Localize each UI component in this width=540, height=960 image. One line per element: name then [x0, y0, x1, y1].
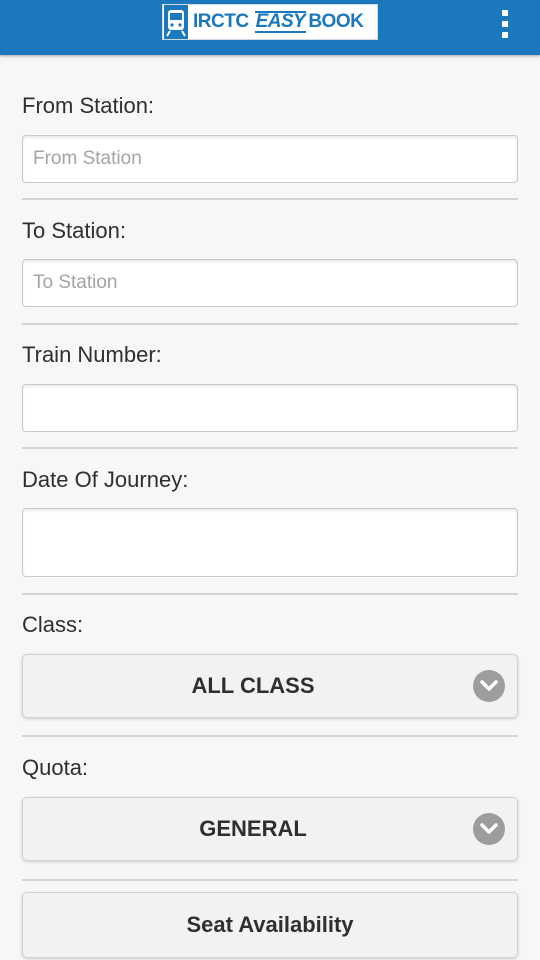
to-station-label: To Station: [22, 218, 126, 243]
logo-text-easy: EASY [254, 11, 307, 33]
train-number-label: Train Number: [22, 342, 162, 367]
train-number-input[interactable] [22, 384, 518, 432]
divider [22, 198, 518, 200]
divider [22, 879, 518, 881]
date-of-journey-input[interactable] [22, 508, 518, 577]
quota-select[interactable]: GENERAL [22, 797, 518, 861]
to-station-input[interactable] [22, 259, 518, 307]
app-header: IRCTC EASY BOOK [0, 0, 540, 55]
divider [22, 735, 518, 737]
class-label: Class: [22, 612, 84, 637]
from-station-label: From Station: [22, 93, 155, 118]
divider [22, 447, 518, 449]
quota-label: Quota: [22, 755, 89, 780]
chevron-down-icon [473, 813, 505, 845]
app-logo: IRCTC EASY BOOK [162, 4, 378, 40]
logo-text-irctc: IRCTC [193, 11, 249, 32]
chevron-down-icon [473, 670, 505, 702]
overflow-menu-icon[interactable] [490, 5, 520, 43]
divider [22, 593, 518, 595]
train-icon [164, 5, 188, 39]
class-select[interactable]: ALL CLASS [22, 654, 518, 718]
logo-text-book: BOOK [308, 11, 364, 32]
class-selected-value: ALL CLASS [191, 673, 315, 698]
seat-availability-button[interactable]: Seat Availability [22, 892, 518, 958]
quota-selected-value: GENERAL [199, 816, 307, 841]
date-of-journey-label: Date Of Journey: [22, 467, 189, 492]
divider [22, 323, 518, 325]
logo-text: IRCTC EASY BOOK [193, 11, 364, 33]
from-station-input[interactable] [22, 135, 518, 183]
